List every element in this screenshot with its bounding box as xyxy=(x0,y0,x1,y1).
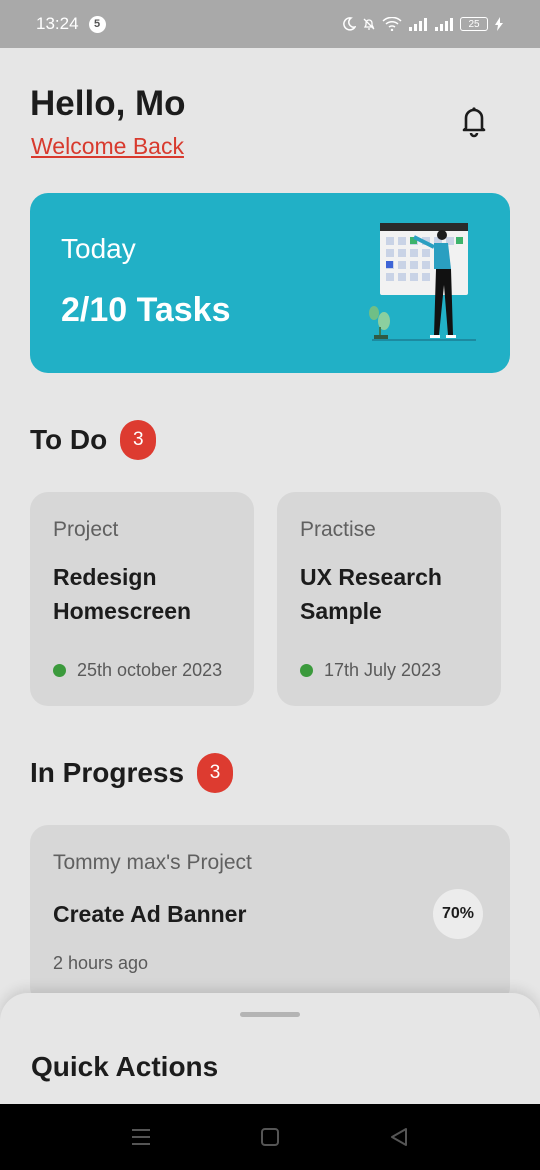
home-icon[interactable] xyxy=(259,1126,281,1148)
today-summary-card[interactable]: Today 2/10 Tasks xyxy=(30,193,510,373)
todo-section-header: To Do 3 xyxy=(30,420,157,460)
todo-card-category: Project xyxy=(53,518,119,541)
todo-card-date-row: 25th october 2023 xyxy=(53,660,222,681)
in-progress-count-badge: 3 xyxy=(197,753,234,793)
signal-icon-2 xyxy=(435,18,453,31)
greeting-title: Hello, Mo xyxy=(30,84,186,123)
status-dot-icon xyxy=(53,664,66,677)
in-progress-card[interactable]: Tommy max's Project Create Ad Banner 2 h… xyxy=(30,825,510,1005)
status-time: 13:24 xyxy=(36,14,79,33)
signal-icon xyxy=(409,18,427,31)
menu-icon[interactable] xyxy=(130,1126,152,1148)
todo-card-category: Practise xyxy=(300,518,376,541)
status-icons: 25 xyxy=(342,17,504,31)
todo-card-date: 25th october 2023 xyxy=(77,660,223,680)
todo-title: To Do xyxy=(30,424,108,455)
todo-card-date: 17th July 2023 xyxy=(324,660,442,680)
quick-actions-sheet[interactable]: Quick Actions xyxy=(0,993,540,1104)
todo-card[interactable]: Project Redesign Homescreen 25th october… xyxy=(30,492,254,706)
back-icon[interactable] xyxy=(388,1126,410,1148)
moon-icon xyxy=(343,17,356,31)
progress-card-title: Create Ad Banner xyxy=(53,901,247,927)
progress-card-time: 2 hours ago xyxy=(53,953,149,973)
battery-icon: 25 xyxy=(460,17,488,31)
todo-card[interactable]: Practise UX Research Sample 17th July 20… xyxy=(277,492,501,706)
notification-count-badge: 5 xyxy=(88,15,106,33)
in-progress-section-header: In Progress 3 xyxy=(30,753,234,793)
todo-card-title: Redesign Homescreen xyxy=(53,564,192,624)
welcome-back-link[interactable]: Welcome Back xyxy=(31,133,184,160)
today-label: Today xyxy=(61,233,136,264)
in-progress-title: In Progress xyxy=(30,757,185,788)
drag-handle[interactable] xyxy=(240,1012,300,1017)
todo-card-title: UX Research Sample xyxy=(300,564,442,624)
today-task-count: 2/10 Tasks xyxy=(61,291,231,329)
todo-count-badge: 3 xyxy=(120,420,157,460)
wifi-icon xyxy=(382,17,402,31)
status-bar: 13:24 5 25 xyxy=(0,0,540,48)
calendar-person-illustration xyxy=(369,223,476,341)
progress-card-owner: Tommy max's Project xyxy=(53,851,252,874)
quick-actions-title: Quick Actions xyxy=(31,1051,219,1082)
mute-bell-icon xyxy=(363,18,375,30)
todo-card-date-row: 17th July 2023 xyxy=(300,660,441,681)
status-dot-icon xyxy=(300,664,313,677)
bell-icon[interactable] xyxy=(458,104,490,138)
system-nav-bar xyxy=(0,1104,540,1170)
charging-icon xyxy=(495,17,503,31)
progress-percent-badge: 70% xyxy=(433,889,483,939)
